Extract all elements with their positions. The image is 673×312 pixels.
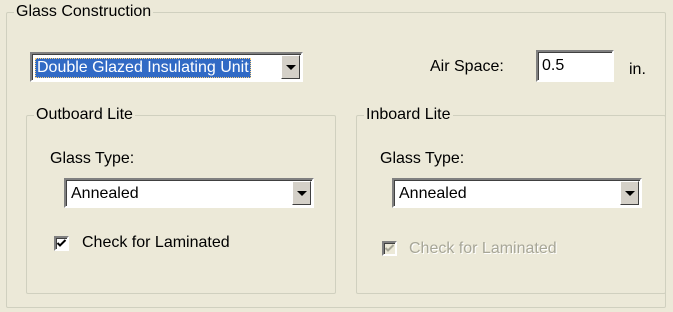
chevron-down-icon [286,65,296,70]
outboard-laminated-label[interactable]: Check for Laminated [82,233,230,253]
inboard-glass-type-dropdown-button[interactable] [620,181,639,205]
outboard-glass-type-label: Glass Type: [50,150,135,167]
outboard-glass-type-dropdown-button[interactable] [292,181,311,205]
outboard-lite-title: Outboard Lite [34,106,135,124]
inboard-glass-type-dropdown[interactable]: Annealed [392,178,642,208]
outboard-glass-type-dropdown[interactable]: Annealed [64,178,314,208]
chevron-down-icon [625,191,635,196]
chevron-down-icon [297,191,307,196]
construction-type-value: Double Glazed Insulating Unit [35,58,251,78]
inboard-glass-type-label: Glass Type: [380,150,465,167]
construction-type-dropdown[interactable]: Double Glazed Insulating Unit [30,52,303,82]
checkmark-icon [384,244,395,252]
air-space-label: Air Space: [430,58,504,75]
inboard-lite-title: Inboard Lite [364,106,453,124]
construction-type-dropdown-button[interactable] [281,55,300,79]
outboard-laminated-checkbox[interactable] [54,236,69,251]
air-space-unit: in. [629,61,646,78]
inboard-laminated-checkbox[interactable] [382,241,397,256]
inboard-glass-type-value: Annealed [399,185,467,202]
inboard-laminated-label: Check for Laminated [409,240,557,257]
air-space-input[interactable] [536,50,614,82]
checkmark-icon [56,239,67,247]
glass-construction-title: Glass Construction [14,3,154,21]
outboard-glass-type-value: Annealed [71,185,139,202]
